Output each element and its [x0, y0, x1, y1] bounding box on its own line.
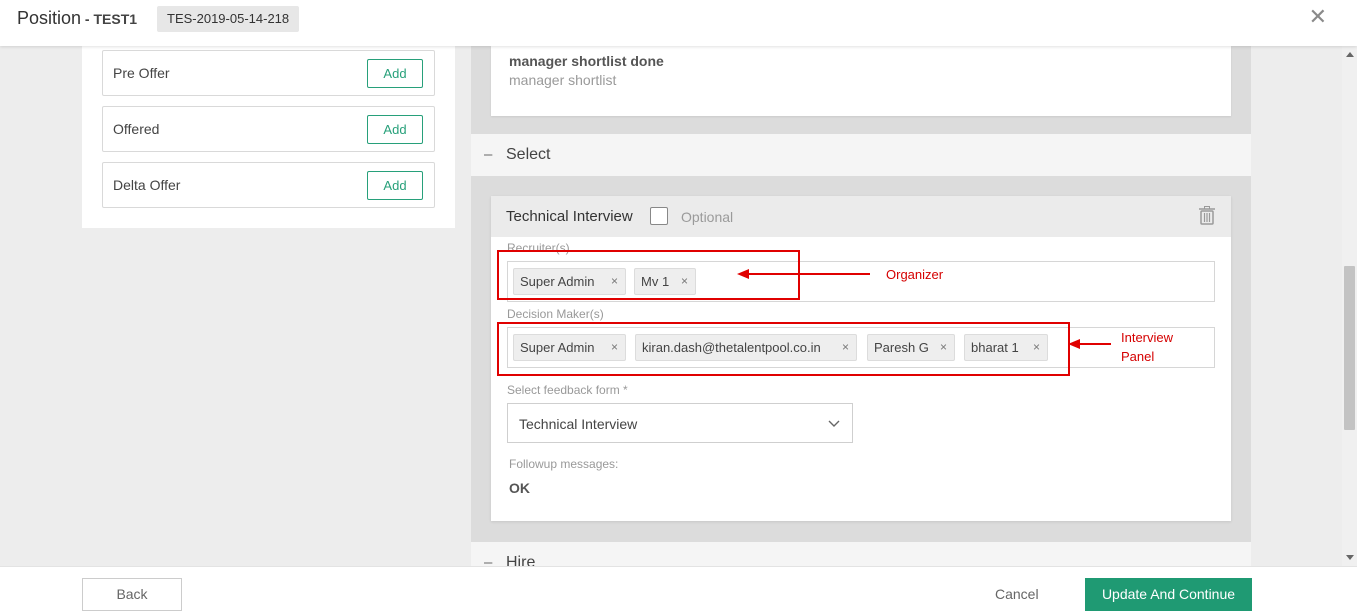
collapse-icon[interactable]: – — [484, 554, 492, 566]
decision-makers-label: Decision Maker(s) — [507, 307, 604, 321]
stage-label: Delta Offer — [113, 177, 181, 193]
section-title: Select — [506, 146, 551, 163]
followup-label: Followup messages: — [509, 457, 619, 471]
vertical-scrollbar[interactable] — [1342, 46, 1357, 566]
interview-panel-annotation-line2: Panel — [1121, 349, 1155, 364]
section-hire-header[interactable]: – Hire — [471, 542, 1251, 566]
add-delta-offer-button[interactable]: Add — [367, 171, 423, 200]
page-title-separator: - — [81, 11, 94, 27]
organizer-annotation: Organizer — [886, 267, 944, 282]
interview-card-header: Technical Interview Optional — [491, 196, 1231, 237]
feedback-form-value: Technical Interview — [519, 416, 638, 432]
trash-icon[interactable] — [1199, 206, 1215, 225]
position-code-badge: TES-2019-05-14-218 — [157, 6, 300, 32]
modal-footer: Back Cancel Update And Continue — [0, 566, 1357, 615]
stage-label: Pre Offer — [113, 65, 170, 81]
collapse-icon[interactable]: – — [484, 146, 492, 163]
section-select-header[interactable]: – Select — [471, 134, 1251, 176]
scroll-down-icon[interactable] — [1346, 555, 1354, 560]
optional-checkbox[interactable] — [650, 207, 668, 225]
previous-stage-card: manager shortlist done manager shortlist — [491, 46, 1231, 116]
page-title-main: Position — [17, 8, 82, 28]
scrollbar-thumb[interactable] — [1344, 266, 1355, 430]
add-pre-offer-button[interactable]: Add — [367, 59, 423, 88]
close-icon[interactable]: ✕ — [1309, 4, 1327, 30]
feedback-form-label: Select feedback form * — [507, 383, 628, 397]
workflow-column: manager shortlist done manager shortlist… — [471, 46, 1251, 566]
scroll-up-icon[interactable] — [1346, 52, 1354, 57]
back-button[interactable]: Back — [82, 578, 182, 611]
previous-stage-subtitle: manager shortlist — [509, 72, 617, 88]
cancel-button[interactable]: Cancel — [995, 586, 1039, 602]
page-title-subtitle: TEST1 — [93, 11, 138, 27]
interview-name: Technical Interview — [506, 208, 633, 225]
update-and-continue-button[interactable]: Update And Continue — [1085, 578, 1252, 611]
chevron-down-icon — [828, 420, 840, 427]
interview-panel-annotation-line1: Interview — [1121, 330, 1174, 345]
main-content: Pre Offer Add Offered Add Delta Offer Ad… — [0, 46, 1342, 566]
feedback-form-select[interactable]: Technical Interview — [507, 403, 853, 443]
page-title: Position - TEST1 — [17, 8, 137, 29]
stage-list-panel: Pre Offer Add Offered Add Delta Offer Ad… — [82, 46, 455, 228]
stage-label: Offered — [113, 121, 160, 137]
stage-card-pre-offer: Pre Offer Add — [102, 50, 435, 96]
previous-stage-title: manager shortlist done — [509, 53, 664, 69]
arrow-left-icon — [1068, 339, 1111, 349]
followup-value: OK — [509, 480, 530, 496]
panel-highlight — [497, 322, 1070, 376]
stage-card-delta-offer: Delta Offer Add — [102, 162, 435, 208]
arrow-left-icon — [737, 269, 870, 279]
stage-card-offered: Offered Add — [102, 106, 435, 152]
modal-header: Position - TEST1 TES-2019-05-14-218 ✕ — [0, 0, 1357, 46]
section-title: Hire — [506, 554, 536, 566]
optional-label: Optional — [681, 209, 734, 225]
add-offered-button[interactable]: Add — [367, 115, 423, 144]
